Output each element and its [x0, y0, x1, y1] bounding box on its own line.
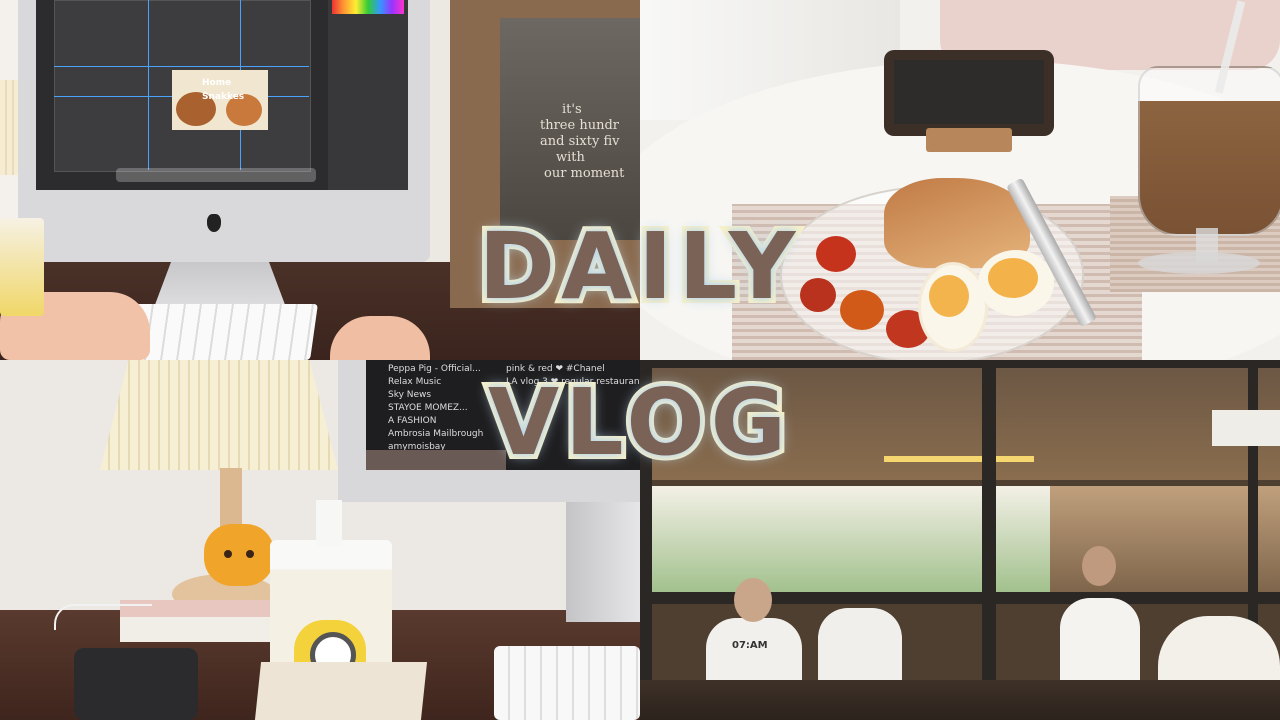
monitor-stand — [566, 502, 640, 622]
chef-head — [734, 578, 772, 622]
iced-coffee-glass — [1138, 66, 1280, 236]
phone-screen — [894, 60, 1044, 124]
frame-top — [640, 360, 1280, 368]
poster-text-2: three hundr — [540, 118, 619, 133]
phone-stand — [926, 128, 1012, 152]
guide-line — [54, 66, 309, 67]
case-eye — [246, 550, 254, 558]
color-swatches — [332, 0, 404, 14]
chef-sign: 07:AM — [732, 640, 768, 651]
cable — [54, 604, 152, 630]
thumbnail-text-1: Home — [202, 78, 232, 88]
headline-line-2: VLOG — [483, 364, 793, 481]
napkin — [254, 662, 428, 720]
poster-text-3: and sixty fiv — [540, 134, 620, 149]
airpods-case — [204, 524, 274, 586]
thumbnail-preview: Home Snakkes — [172, 70, 268, 130]
dock — [116, 168, 316, 182]
counter — [640, 680, 1280, 720]
shelf-stock — [1050, 486, 1280, 596]
headline-line-1: DAILY — [474, 208, 802, 325]
poster-text-4: with — [556, 150, 585, 165]
cup-lid-tab — [316, 500, 342, 546]
phone — [74, 648, 198, 720]
poster-text-1: it's — [562, 102, 582, 117]
thumbnail-text-2: Snakkes — [202, 92, 245, 102]
editor-right-panel — [328, 0, 408, 190]
poster: it's three hundr and sixty fiv with our … — [500, 18, 640, 240]
poster-text-5: our moment — [544, 166, 625, 181]
phone — [884, 50, 1054, 136]
case-eye — [224, 550, 232, 558]
chef-head — [1082, 546, 1116, 586]
keyboard — [494, 646, 640, 720]
imac-screen: Home Snakkes — [36, 0, 408, 190]
guide-line — [148, 0, 149, 170]
